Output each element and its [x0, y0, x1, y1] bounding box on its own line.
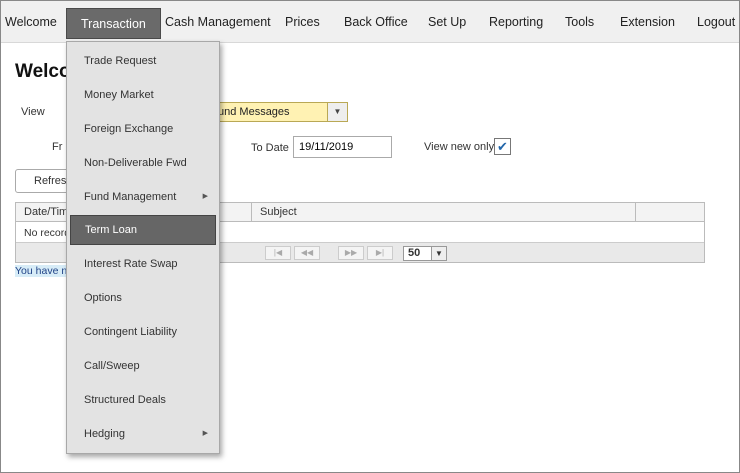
last-page-icon[interactable]: ▶| — [367, 246, 393, 260]
caret-right-icon: ▶ — [202, 193, 208, 200]
status-message: You have no — [15, 265, 74, 277]
nav-transaction[interactable]: Transaction — [66, 8, 161, 39]
view-select-value: und Messages — [218, 106, 290, 118]
prev-page-icon[interactable]: ◀◀ — [294, 246, 320, 260]
menu-item-contingent-liability[interactable]: Contingent Liability — [70, 317, 216, 347]
nav-prices[interactable]: Prices — [285, 1, 320, 43]
first-page-icon[interactable]: |◀ — [265, 246, 291, 260]
nav-welcome[interactable]: Welcome — [5, 1, 57, 43]
view-new-only-label: View new only — [424, 141, 495, 153]
menu-item-money-market[interactable]: Money Market — [70, 80, 216, 110]
next-page-icon[interactable]: ▶▶ — [338, 246, 364, 260]
menu-item-non-deliverable-fwd[interactable]: Non-Deliverable Fwd — [70, 148, 216, 178]
to-date-input[interactable] — [293, 136, 392, 158]
app-frame: Welcome Transaction Cash Management Pric… — [0, 0, 740, 473]
nav-reporting[interactable]: Reporting — [489, 1, 543, 43]
menu-item-trade-request[interactable]: Trade Request — [70, 46, 216, 76]
nav-set-up[interactable]: Set Up — [428, 1, 466, 43]
view-new-only-checkbox[interactable]: ✔ — [494, 138, 511, 155]
menu-item-hedging[interactable]: Hedging ▶ — [70, 419, 216, 449]
no-records-text: No record — [24, 227, 71, 239]
menu-item-call-sweep[interactable]: Call/Sweep — [70, 351, 216, 381]
top-nav: Welcome Transaction Cash Management Pric… — [1, 1, 739, 43]
chevron-down-icon[interactable]: ▼ — [431, 247, 446, 260]
nav-logout[interactable]: Logout — [697, 1, 735, 43]
menu-item-term-loan[interactable]: Term Loan — [70, 215, 216, 245]
menu-item-interest-rate-swap[interactable]: Interest Rate Swap — [70, 249, 216, 279]
check-icon: ✔ — [497, 139, 508, 154]
page-size-select[interactable]: 50 ▼ — [403, 246, 447, 261]
column-extra — [636, 203, 704, 221]
caret-right-icon: ▶ — [202, 430, 208, 437]
page-title: Welco — [15, 61, 71, 82]
page-size-value: 50 — [408, 247, 421, 259]
nav-cash-management[interactable]: Cash Management — [165, 1, 271, 43]
menu-item-foreign-exchange[interactable]: Foreign Exchange — [70, 114, 216, 144]
chevron-down-icon[interactable]: ▼ — [327, 103, 347, 121]
from-date-label: Fr — [52, 141, 63, 153]
menu-item-structured-deals[interactable]: Structured Deals — [70, 385, 216, 415]
column-subject[interactable]: Subject — [252, 203, 636, 221]
view-label: View — [21, 106, 45, 118]
menu-item-fund-management[interactable]: Fund Management ▶ — [70, 182, 216, 212]
nav-tools[interactable]: Tools — [565, 1, 594, 43]
menu-item-options[interactable]: Options — [70, 283, 216, 313]
nav-back-office[interactable]: Back Office — [344, 1, 408, 43]
to-date-label: To Date — [251, 142, 289, 154]
transaction-menu: Trade Request Money Market Foreign Excha… — [66, 41, 220, 454]
nav-extension[interactable]: Extension — [620, 1, 675, 43]
